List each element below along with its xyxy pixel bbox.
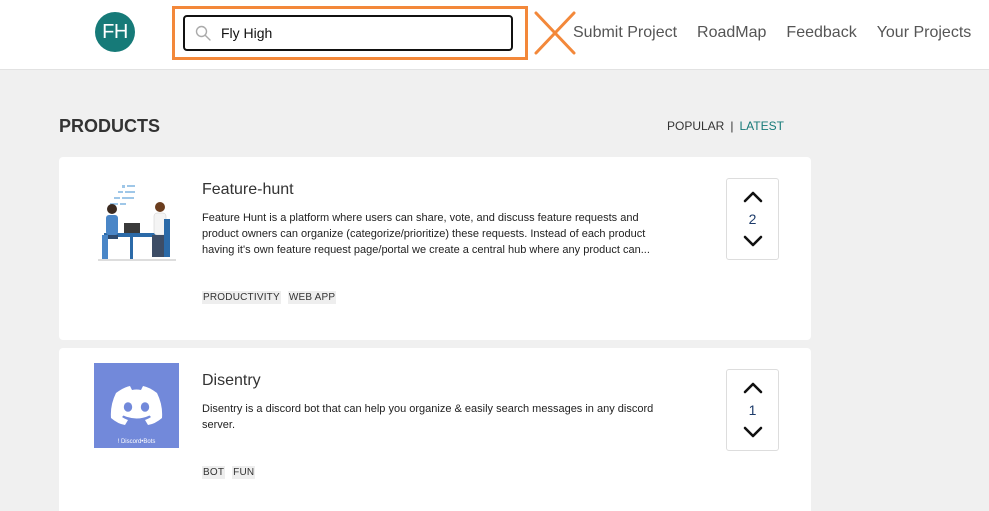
- tag[interactable]: WEB APP: [287, 291, 337, 304]
- nav-your-projects[interactable]: Your Projects: [877, 24, 972, 42]
- product-card[interactable]: Feature-hunt Feature Hunt is a platform …: [59, 157, 811, 340]
- vote-count: 2: [748, 211, 757, 227]
- top-bar: FH Submit Project RoadMap Feedback Your …: [0, 0, 989, 70]
- vote-widget: 1: [726, 369, 779, 451]
- downvote-icon[interactable]: [743, 426, 763, 438]
- product-title[interactable]: Disentry: [202, 372, 261, 390]
- product-tags: PRODUCTIVITY WEB APP: [202, 291, 337, 304]
- thumbnail-caption: ! Discord•Bots: [117, 439, 156, 445]
- close-icon[interactable]: [532, 10, 578, 56]
- product-description: Disentry is a discord bot that can help …: [202, 403, 654, 431]
- sort-separator: |: [730, 119, 734, 133]
- vote-widget: 2: [726, 178, 779, 260]
- nav-menu: Submit Project RoadMap Feedback Your Pro…: [573, 24, 971, 42]
- upvote-icon[interactable]: [743, 382, 763, 394]
- tag[interactable]: PRODUCTIVITY: [202, 291, 281, 304]
- product-tags: BOT FUN: [202, 466, 256, 479]
- sort-latest[interactable]: LATEST: [739, 119, 783, 133]
- upvote-icon[interactable]: [743, 191, 763, 203]
- nav-feedback[interactable]: Feedback: [786, 24, 856, 42]
- tag[interactable]: BOT: [202, 466, 226, 479]
- discord-icon: [110, 386, 163, 425]
- search-input[interactable]: [221, 21, 501, 45]
- logo[interactable]: FH: [95, 12, 135, 52]
- section-title: PRODUCTS: [59, 116, 161, 136]
- nav-submit-project[interactable]: Submit Project: [573, 24, 677, 42]
- product-thumbnail: ! Discord•Bots: [94, 363, 179, 448]
- tag[interactable]: FUN: [232, 466, 256, 479]
- search-box[interactable]: [183, 15, 513, 51]
- product-description: Feature Hunt is a platform where users c…: [202, 212, 650, 256]
- sort-options: POPULAR | LATEST: [667, 119, 784, 133]
- sort-popular[interactable]: POPULAR: [667, 119, 724, 133]
- product-title[interactable]: Feature-hunt: [202, 181, 294, 199]
- vote-count: 1: [748, 402, 757, 418]
- product-card[interactable]: ! Discord•Bots Disentry Disentry is a di…: [59, 348, 811, 511]
- search-icon: [195, 25, 211, 41]
- product-thumbnail: [94, 179, 179, 264]
- downvote-icon[interactable]: [743, 235, 763, 247]
- nav-roadmap[interactable]: RoadMap: [697, 24, 766, 42]
